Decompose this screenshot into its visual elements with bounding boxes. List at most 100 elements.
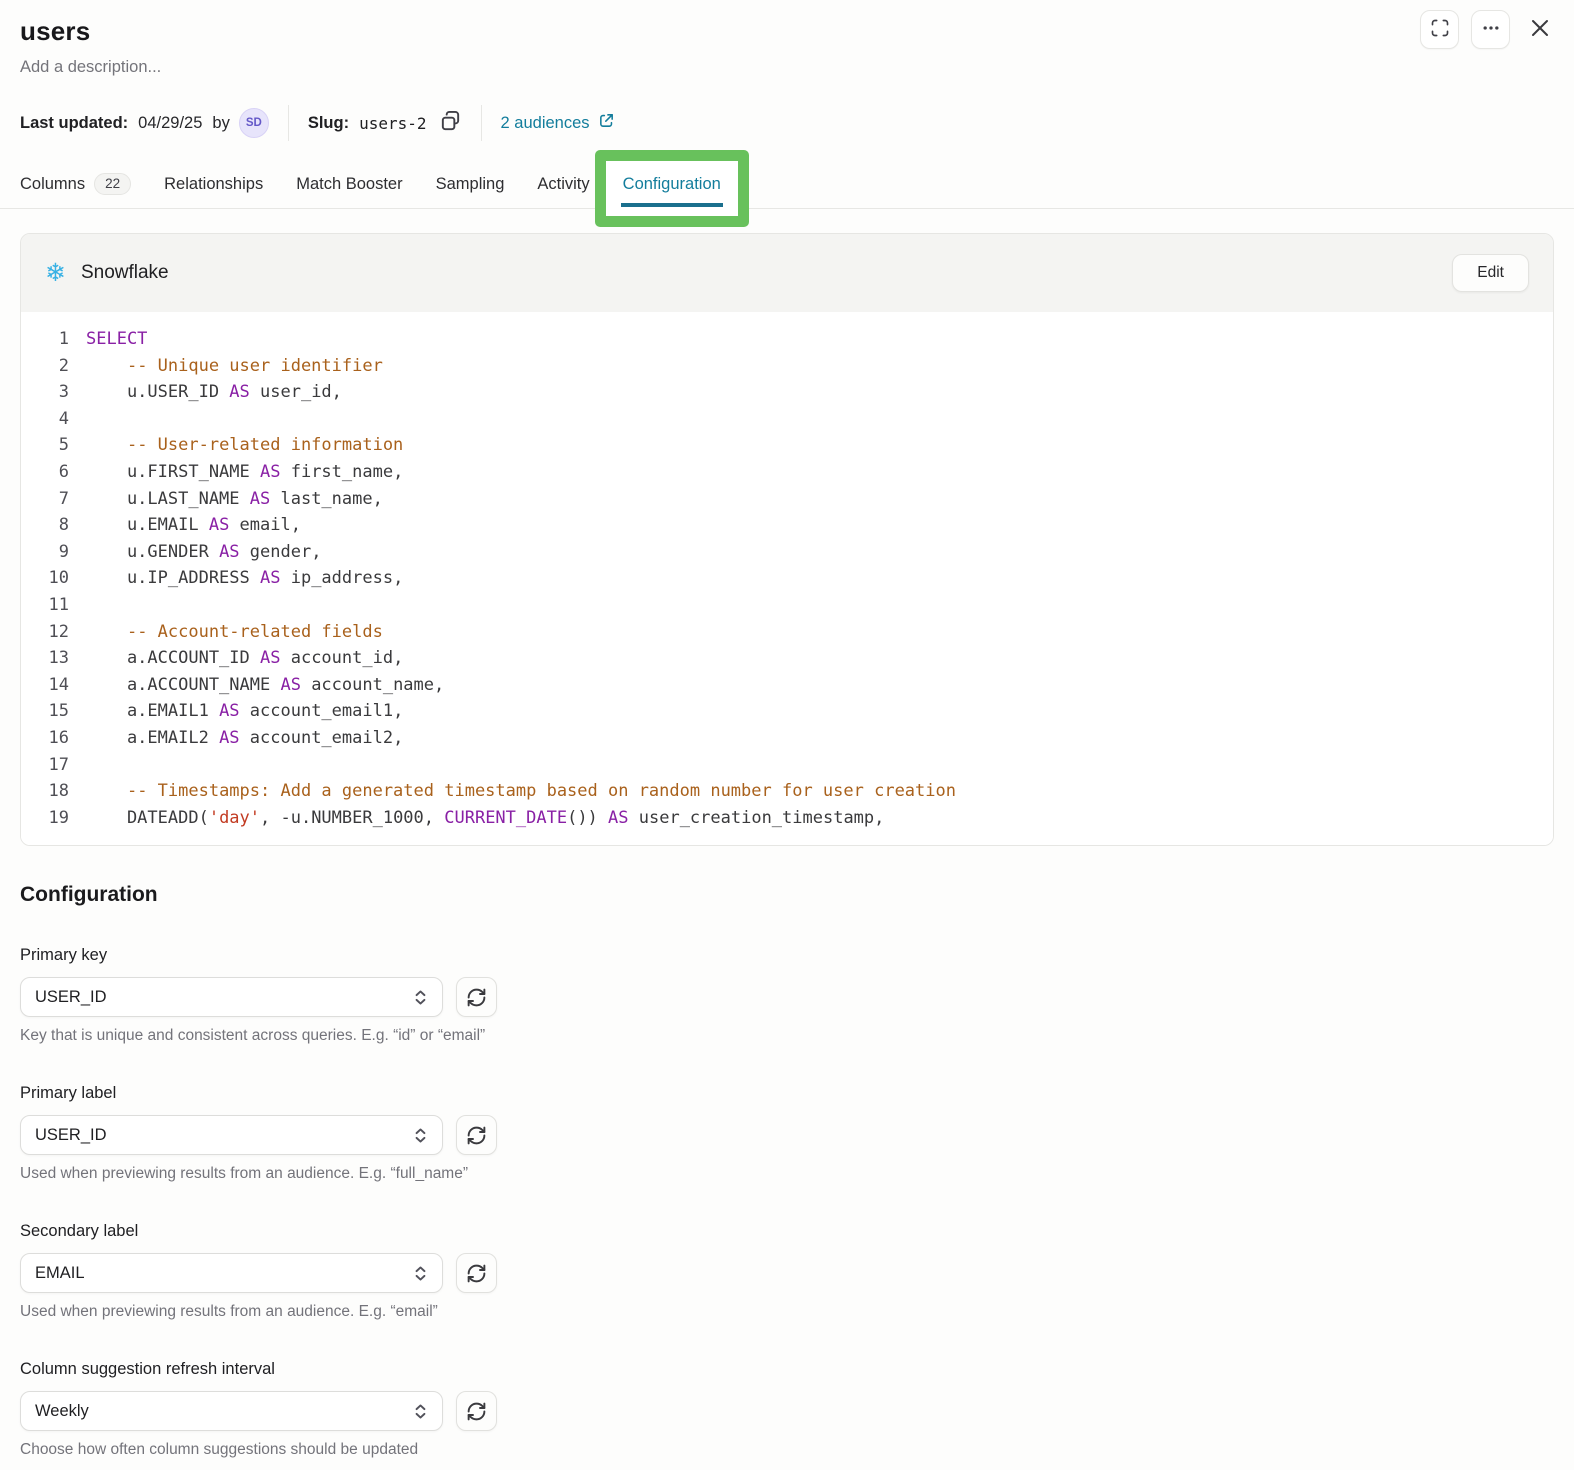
column-suggestion-refresh-interval-select[interactable]: Weekly <box>20 1391 443 1432</box>
code-line: 8 u.EMAIL AS email, <box>39 512 1537 539</box>
audiences-link[interactable]: 2 audiences <box>501 112 615 134</box>
line-number: 7 <box>58 488 69 509</box>
code-line: 2 -- Unique user identifier <box>39 353 1537 380</box>
source-name: Snowflake <box>80 262 169 283</box>
primary-label-controls: USER_ID <box>20 1115 1554 1156</box>
line-number: 9 <box>58 541 69 562</box>
code-text: u.GENDER AS gender, <box>86 541 322 562</box>
expand-icon <box>1430 18 1450 41</box>
tab-label: Relationships <box>164 174 264 193</box>
external-link-icon <box>598 112 615 134</box>
code-line: 18 -- Timestamps: Add a generated timest… <box>39 778 1537 805</box>
line-number: 11 <box>48 594 69 615</box>
code-line: 14 a.ACCOUNT_NAME AS account_name, <box>39 672 1537 699</box>
primary-label-selected-value: USER_ID <box>35 1125 107 1144</box>
page-header: users Add a description... Last updated:… <box>0 0 1574 141</box>
tab-configuration[interactable]: Configuration <box>594 149 749 227</box>
column-suggestion-refresh-interval-controls: Weekly <box>20 1391 1554 1432</box>
secondary-label-selected-value: EMAIL <box>35 1263 85 1282</box>
primary-key-select[interactable]: USER_ID <box>20 977 443 1018</box>
primary-key-help-text: Key that is unique and consistent across… <box>20 1027 486 1045</box>
column-suggestion-refresh-interval-refresh-button[interactable] <box>456 1391 497 1432</box>
line-number: 15 <box>48 701 69 722</box>
code-text: a.EMAIL2 AS account_email2, <box>86 727 404 748</box>
chevron-up-down-icon <box>411 1126 430 1145</box>
refresh-icon <box>466 1263 487 1284</box>
code-text: DATEADD('day', -u.NUMBER_1000, CURRENT_D… <box>86 807 885 828</box>
code-text: u.EMAIL AS email, <box>86 515 301 536</box>
code-line: 6 u.FIRST_NAME AS first_name, <box>39 459 1537 486</box>
columns-count-badge: 22 <box>94 173 132 195</box>
edit-query-button[interactable]: Edit <box>1452 254 1529 292</box>
slug-value: users-2 <box>359 113 427 133</box>
tab-sampling[interactable]: Sampling <box>436 175 505 194</box>
tab-match-booster[interactable]: Match Booster <box>296 175 402 194</box>
line-number: 2 <box>58 355 69 376</box>
refresh-icon <box>466 987 487 1008</box>
line-number: 14 <box>48 674 69 695</box>
expand-button[interactable] <box>1420 10 1459 49</box>
primary-label-label: Primary label <box>20 1084 117 1103</box>
last-updated-label: Last updated: <box>20 113 129 132</box>
primary-label-select[interactable]: USER_ID <box>20 1115 443 1156</box>
field-column-suggestion-refresh-interval: Column suggestion refresh interval Weekly… <box>20 1360 1554 1459</box>
refresh-icon <box>466 1125 487 1146</box>
divider <box>287 105 289 141</box>
line-number: 10 <box>48 568 69 589</box>
column-suggestion-refresh-interval-label: Column suggestion refresh interval <box>20 1360 275 1379</box>
code-line: 10 u.IP_ADDRESS AS ip_address, <box>39 565 1537 592</box>
line-number: 6 <box>58 461 69 482</box>
line-number: 13 <box>48 648 69 669</box>
by-label: by <box>212 113 230 132</box>
window-controls <box>1420 10 1556 49</box>
code-line: 4 <box>39 406 1537 433</box>
line-number: 1 <box>58 329 69 349</box>
code-line: 3 u.USER_ID AS user_id, <box>39 379 1537 406</box>
code-line: 19 DATEADD('day', -u.NUMBER_1000, CURREN… <box>39 805 1537 832</box>
secondary-label-controls: EMAIL <box>20 1253 1554 1294</box>
slug-label: Slug: <box>307 113 350 132</box>
copy-slug-button[interactable] <box>439 110 462 136</box>
line-number: 12 <box>48 621 69 642</box>
divider <box>480 105 482 141</box>
code-text: u.IP_ADDRESS AS ip_address, <box>86 568 404 589</box>
more-options-button[interactable] <box>1471 10 1510 49</box>
active-tab-underline <box>620 202 723 207</box>
tab-relationships[interactable]: Relationships <box>164 175 263 194</box>
configuration-heading: Configuration <box>20 883 158 907</box>
secondary-label-select[interactable]: EMAIL <box>20 1253 443 1294</box>
configuration-section: Configuration Primary key USER_ID Key that… <box>0 883 1574 1470</box>
column-suggestion-refresh-interval-selected-value: Weekly <box>35 1401 89 1420</box>
primary-key-selected-value: USER_ID <box>35 987 107 1006</box>
secondary-label-help-text: Used when previewing results from an aud… <box>20 1303 438 1321</box>
sql-code-preview: 1 SELECT 2 -- Unique user identifier 3 u.US… <box>21 312 1553 846</box>
code-text: SELECT <box>86 329 148 349</box>
primary-label-help-text: Used when previewing results from an aud… <box>20 1165 469 1183</box>
copy-icon <box>439 110 462 136</box>
code-line: 5 -- User-related information <box>39 432 1537 459</box>
page-title: users <box>20 16 91 46</box>
secondary-label-refresh-button[interactable] <box>456 1253 497 1294</box>
code-text: -- Account-related fields <box>126 621 383 642</box>
chevron-up-down-icon <box>411 988 430 1007</box>
description-placeholder[interactable]: Add a description... <box>20 58 1554 77</box>
code-text: u.LAST_NAME AS last_name, <box>86 488 383 509</box>
close-button[interactable] <box>1522 13 1556 47</box>
avatar: SD <box>238 108 269 138</box>
primary-key-refresh-button[interactable] <box>456 977 497 1018</box>
configuration-fields: Primary key USER_ID Key that is unique and… <box>20 946 1554 1459</box>
code-line: 13 a.ACCOUNT_ID AS account_id, <box>39 645 1537 672</box>
primary-label-refresh-button[interactable] <box>456 1115 497 1156</box>
query-editor-header: ❄ Snowflake Edit <box>21 234 1553 312</box>
code-text: a.ACCOUNT_ID AS account_id, <box>86 648 404 669</box>
tab-columns[interactable]: Columns 22 <box>20 173 132 195</box>
tab-activity[interactable]: Activity <box>537 175 589 194</box>
tab-label: Activity <box>537 174 590 193</box>
tab-label: Sampling <box>435 174 505 193</box>
refresh-icon <box>466 1401 487 1422</box>
code-line: 17 <box>39 752 1537 779</box>
code-line: 12 -- Account-related fields <box>39 619 1537 646</box>
code-text: -- User-related information <box>126 435 404 456</box>
code-text: u.USER_ID AS user_id, <box>86 382 342 403</box>
tab-label: Columns <box>20 174 86 193</box>
